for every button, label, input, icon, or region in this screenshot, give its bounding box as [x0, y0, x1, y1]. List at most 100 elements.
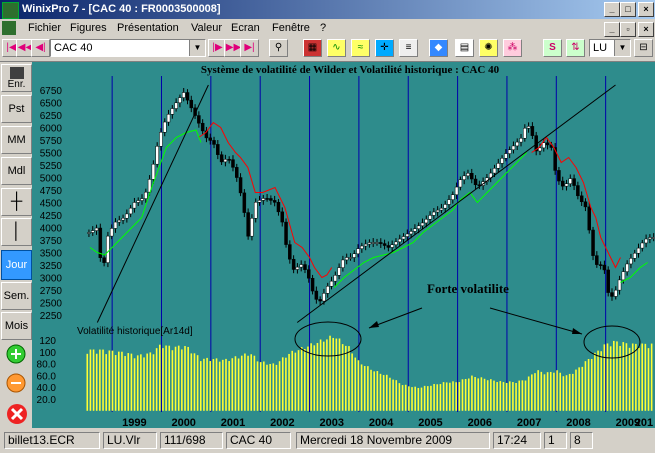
arrows-icon[interactable]: ⇅ [566, 39, 585, 57]
candle-body [102, 257, 106, 263]
wave-icon[interactable]: ≈ [351, 39, 370, 57]
candle-body [250, 218, 254, 237]
last-icon[interactable]: ▶| [240, 39, 259, 57]
zoom-in-button[interactable] [1, 343, 32, 371]
candle-body [629, 258, 633, 265]
crosshair-icon[interactable]: ✛ [375, 39, 394, 57]
lock-icon[interactable]: ⊟ [634, 39, 653, 57]
volatility-bar [92, 349, 95, 411]
volatility-bar [581, 366, 584, 411]
menu-presentation[interactable]: Présentation [117, 22, 179, 34]
close-button[interactable]: × [638, 2, 654, 17]
sem-button[interactable]: Sem. [1, 282, 32, 310]
volatility-bar [155, 348, 158, 411]
candle-body [511, 145, 516, 151]
menu-help[interactable]: ? [320, 22, 326, 34]
candle-body [625, 263, 629, 272]
volatility-bar [455, 382, 457, 411]
s-icon[interactable]: S [543, 39, 562, 57]
price-tick-label: 5750 [40, 136, 63, 147]
mdl-label: Mdl [7, 165, 26, 177]
candle-body [170, 108, 175, 115]
stripes-icon[interactable]: ≡ [399, 39, 418, 57]
candle-body [386, 245, 391, 248]
period-select[interactable]: LU ▼ [589, 39, 631, 57]
candle-body [352, 253, 357, 258]
volatility-bar [575, 369, 577, 411]
volatility-bar [338, 338, 341, 411]
candle-body [545, 142, 550, 146]
minimize-button[interactable]: _ [604, 2, 620, 17]
instrument-select[interactable]: CAC 40 ▼ [50, 39, 206, 57]
child-minimize-button[interactable]: _ [604, 22, 620, 37]
binoculars-icon[interactable]: ⚲ [269, 39, 288, 57]
candle-body [382, 243, 387, 246]
volatility-bar [162, 348, 164, 411]
vol-tick-label: 80.0 [37, 360, 57, 371]
volatility-bar [99, 349, 101, 411]
volatility-bar [95, 353, 98, 411]
x-tick-label: 2004 [369, 417, 394, 428]
price-chart[interactable]: 6750 65006250 60005750 55005250 50004750 4500… [32, 62, 655, 428]
candle-body [136, 200, 140, 203]
candle-body [451, 194, 455, 200]
save-button[interactable]: Enr. [1, 64, 32, 92]
maximize-button[interactable]: □ [620, 2, 636, 17]
grid-icon[interactable]: ▦ [303, 39, 322, 57]
volatility-bar [556, 370, 558, 411]
doc-icon[interactable] [2, 21, 16, 35]
volatility-bar [244, 353, 246, 411]
volatility-bar [474, 376, 476, 411]
chevron-down-icon[interactable]: ▼ [189, 40, 205, 56]
volatility-bar [594, 352, 596, 411]
volatility-bar [483, 378, 486, 411]
volatility-bar [445, 382, 448, 411]
menu-figures[interactable]: Figures [70, 22, 107, 34]
candle-body [291, 258, 296, 270]
menu-ecran[interactable]: Ecran [231, 22, 260, 34]
volatility-bar [237, 358, 240, 411]
menu-fenetre[interactable]: Fenêtre [272, 22, 310, 34]
volatility-bar [625, 343, 628, 411]
mdl-button[interactable]: Mdl [1, 157, 32, 185]
volatility-bar [527, 376, 530, 411]
x-tick-label: 2006 [468, 417, 492, 428]
volatility-bar [281, 357, 284, 411]
volatility-bar [587, 359, 590, 411]
candle-body [507, 149, 512, 154]
price-tick-label: 6250 [40, 111, 63, 122]
cube-icon[interactable]: ◆ [429, 39, 448, 57]
candle-body [109, 228, 114, 237]
scatter-icon[interactable]: ⁂ [503, 39, 522, 57]
child-restore-button[interactable]: ▫ [620, 22, 636, 37]
vline-button[interactable]: │ [1, 218, 32, 246]
delete-button[interactable] [1, 402, 32, 430]
save-label: Enr. [7, 79, 26, 90]
pst-button[interactable]: Pst [1, 95, 32, 123]
table-icon[interactable]: ▤ [455, 39, 474, 57]
zoom-out-button[interactable] [1, 372, 32, 400]
prev-icon[interactable]: ◀| [31, 39, 50, 57]
candle-body [181, 92, 186, 98]
status-list: LU.Vlr [103, 432, 157, 449]
menu-valeur[interactable]: Valeur [191, 22, 222, 34]
candle-body [189, 99, 194, 109]
mois-button[interactable]: Mois [1, 312, 32, 340]
volatility-bar [136, 355, 139, 411]
volatility-bar [351, 353, 353, 411]
menu-fichier[interactable]: Fichier [28, 22, 61, 34]
line-chart-icon[interactable]: ∿ [327, 39, 346, 57]
jour-button[interactable]: Jour [1, 250, 32, 280]
mm-button[interactable]: MM [1, 126, 32, 154]
candle-body [466, 173, 470, 177]
sun-icon[interactable]: ✺ [479, 39, 498, 57]
close-circle-icon [6, 404, 27, 424]
mois-label: Mois [4, 320, 29, 332]
volatility-bar [190, 353, 193, 411]
child-close-button[interactable]: × [638, 22, 654, 37]
chevron-down-icon[interactable]: ▼ [614, 40, 630, 56]
crosshair-button[interactable]: ┼ [1, 188, 32, 216]
candle-body [261, 198, 266, 201]
candle-body [557, 170, 561, 182]
volatility-bar [549, 371, 552, 411]
